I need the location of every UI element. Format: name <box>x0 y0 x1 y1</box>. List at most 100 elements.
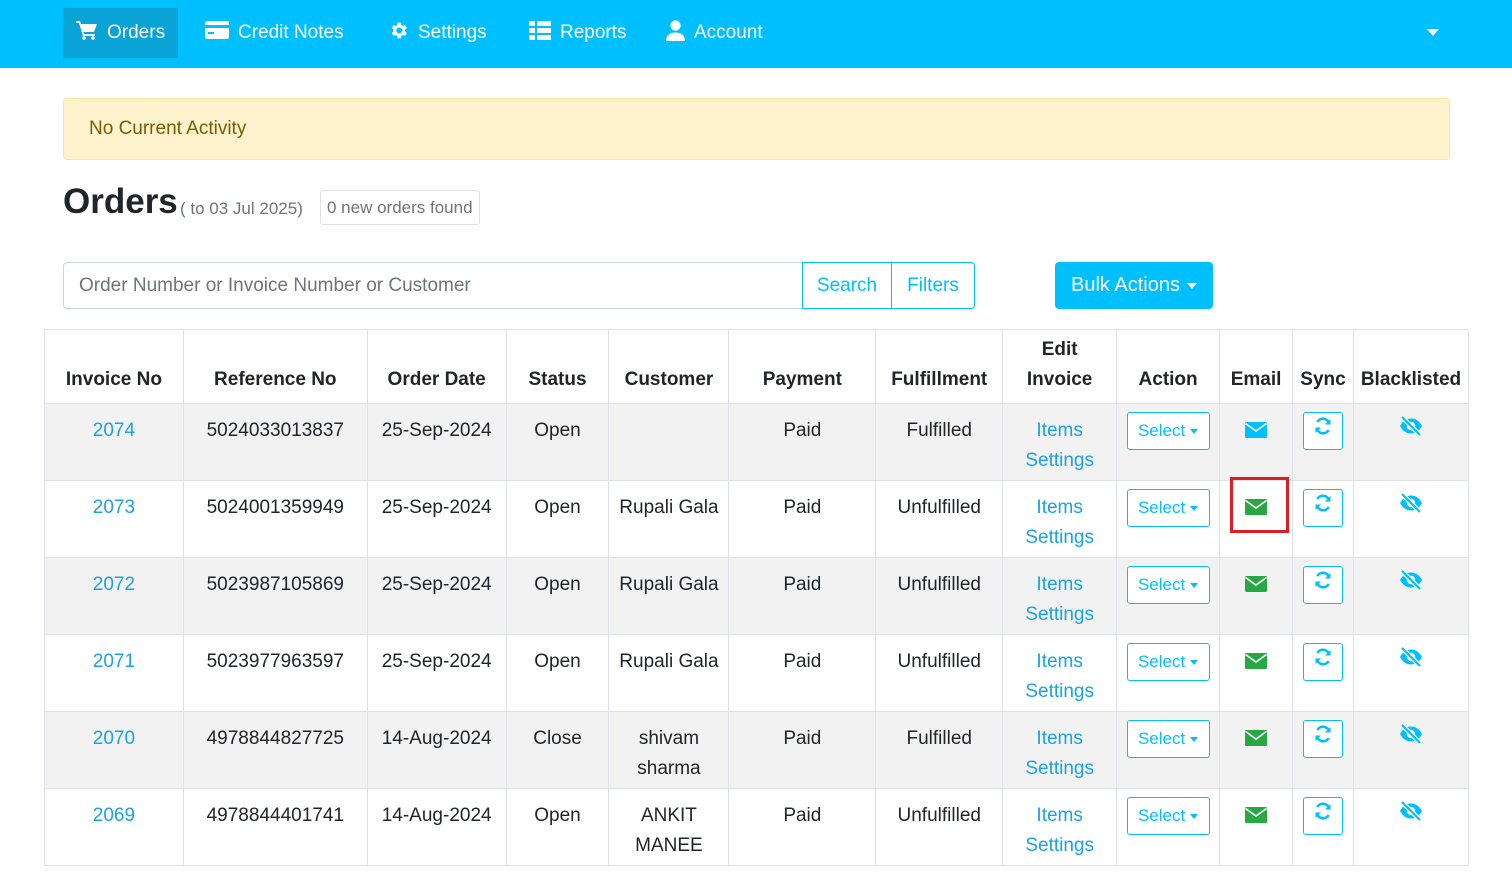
envelope-icon[interactable] <box>1245 726 1268 756</box>
edit-items-link[interactable]: Items <box>1003 570 1116 600</box>
reference-cell: 4978844401741 <box>182 788 368 866</box>
action-select-button[interactable]: Select <box>1126 720 1210 758</box>
sync-button[interactable] <box>1303 643 1343 681</box>
sync-button[interactable] <box>1303 412 1343 450</box>
bulk-actions-label: Bulk Actions <box>1071 274 1180 296</box>
blacklisted-cell <box>1352 788 1470 866</box>
order-date-cell: 25-Sep-2024 <box>366 480 507 558</box>
edit-settings-link[interactable]: Settings <box>1003 600 1116 630</box>
page-title: Orders <box>63 182 178 221</box>
email-cell <box>1219 711 1294 789</box>
col-fulfillment[interactable]: Fulfillment <box>875 329 1004 404</box>
activity-alert-text: No Current Activity <box>89 118 247 139</box>
reference-cell: 4978844827725 <box>182 711 368 789</box>
status-cell: Open <box>505 634 610 712</box>
col-status[interactable]: Status <box>505 329 610 404</box>
edit-items-link[interactable]: Items <box>1003 493 1116 523</box>
invoice-link[interactable]: 2070 <box>93 728 135 749</box>
status-cell: Open <box>505 403 610 481</box>
sync-button[interactable] <box>1303 566 1343 604</box>
search-input[interactable] <box>63 262 803 309</box>
edit-items-link[interactable]: Items <box>1003 801 1116 831</box>
search-button[interactable]: Search <box>802 262 892 309</box>
col-reference-no[interactable]: Reference No <box>182 329 368 404</box>
invoice-link[interactable]: 2073 <box>93 497 135 518</box>
edit-settings-link[interactable]: Settings <box>1003 446 1116 476</box>
invoice-cell: 2072 <box>44 557 184 635</box>
edit-settings-link[interactable]: Settings <box>1003 523 1116 553</box>
edit-items-link[interactable]: Items <box>1003 416 1116 446</box>
table-row: 2071 5023977963597 25-Sep-2024 Open Rupa… <box>44 634 1470 712</box>
blacklisted-cell <box>1352 557 1470 635</box>
payment-cell: Paid <box>728 403 877 481</box>
envelope-icon[interactable] <box>1245 649 1268 679</box>
eye-slash-icon[interactable] <box>1399 415 1423 446</box>
payment-cell: Paid <box>728 557 877 635</box>
col-order-date[interactable]: Order Date <box>366 329 507 404</box>
edit-settings-link[interactable]: Settings <box>1003 754 1116 784</box>
bulk-actions-button[interactable]: Bulk Actions <box>1055 262 1213 309</box>
nav-credit-notes[interactable]: Credit Notes <box>192 8 357 58</box>
edit-items-link[interactable]: Items <box>1003 724 1116 754</box>
nav-dropdown-caret-icon[interactable] <box>1427 29 1439 36</box>
action-select-button[interactable]: Select <box>1126 412 1210 450</box>
eye-slash-icon[interactable] <box>1399 723 1423 754</box>
activity-alert: No Current Activity <box>63 98 1450 160</box>
sync-cell <box>1292 788 1354 866</box>
action-select-button[interactable]: Select <box>1126 643 1210 681</box>
blacklisted-cell <box>1352 711 1470 789</box>
invoice-link[interactable]: 2071 <box>93 651 135 672</box>
edit-items-link[interactable]: Items <box>1003 647 1116 677</box>
email-cell <box>1219 634 1294 712</box>
sync-button[interactable] <box>1303 489 1343 527</box>
sync-cell <box>1292 557 1354 635</box>
col-edit-invoice: Edit Invoice <box>1002 329 1118 404</box>
nav-account-label: Account <box>694 22 763 43</box>
col-invoice-no[interactable]: Invoice No <box>44 329 184 404</box>
eye-slash-icon[interactable] <box>1399 569 1423 600</box>
edit-settings-link[interactable]: Settings <box>1003 831 1116 861</box>
envelope-icon[interactable] <box>1245 803 1268 833</box>
action-select-label: Select <box>1137 421 1186 440</box>
status-cell: Close <box>505 711 610 789</box>
eye-slash-icon[interactable] <box>1399 800 1423 831</box>
action-select-label: Select <box>1137 498 1186 517</box>
payment-cell: Paid <box>728 634 877 712</box>
nav-account[interactable]: Account <box>653 8 776 58</box>
invoice-link[interactable]: 2074 <box>93 420 135 441</box>
nav-reports[interactable]: Reports <box>516 8 640 58</box>
col-email: Email <box>1219 329 1294 404</box>
filters-button[interactable]: Filters <box>891 262 975 309</box>
col-customer[interactable]: Customer <box>608 329 730 404</box>
edit-settings-link[interactable]: Settings <box>1003 677 1116 707</box>
envelope-icon[interactable] <box>1245 572 1268 602</box>
customer-cell <box>608 403 730 481</box>
col-payment[interactable]: Payment <box>728 329 877 404</box>
customer-cell: Rupali Gala <box>608 557 730 635</box>
eye-slash-icon[interactable] <box>1399 646 1423 677</box>
invoice-link[interactable]: 2072 <box>93 574 135 595</box>
sync-cell <box>1292 480 1354 558</box>
action-cell: Select <box>1116 634 1221 712</box>
envelope-icon[interactable] <box>1245 418 1268 448</box>
invoice-link[interactable]: 2069 <box>93 805 135 826</box>
fulfillment-cell: Unfulfilled <box>875 634 1004 712</box>
sync-button[interactable] <box>1303 720 1343 758</box>
action-select-button[interactable]: Select <box>1126 566 1210 604</box>
action-select-button[interactable]: Select <box>1126 489 1210 527</box>
sync-icon <box>1313 724 1333 754</box>
order-date-cell: 25-Sep-2024 <box>366 557 507 635</box>
invoice-cell: 2069 <box>44 788 184 866</box>
col-edit-invoice-line1: Edit <box>1041 339 1078 360</box>
action-select-label: Select <box>1137 652 1186 671</box>
col-blacklisted: Blacklisted <box>1352 329 1470 404</box>
order-date-cell: 25-Sep-2024 <box>366 403 507 481</box>
sync-button[interactable] <box>1303 797 1343 835</box>
eye-slash-icon[interactable] <box>1399 492 1423 523</box>
action-select-button[interactable]: Select <box>1126 797 1210 835</box>
sync-icon <box>1313 801 1333 831</box>
envelope-icon[interactable] <box>1245 495 1268 525</box>
nav-settings[interactable]: Settings <box>375 8 500 58</box>
nav-orders[interactable]: Orders <box>63 8 179 58</box>
payment-cell: Paid <box>728 480 877 558</box>
